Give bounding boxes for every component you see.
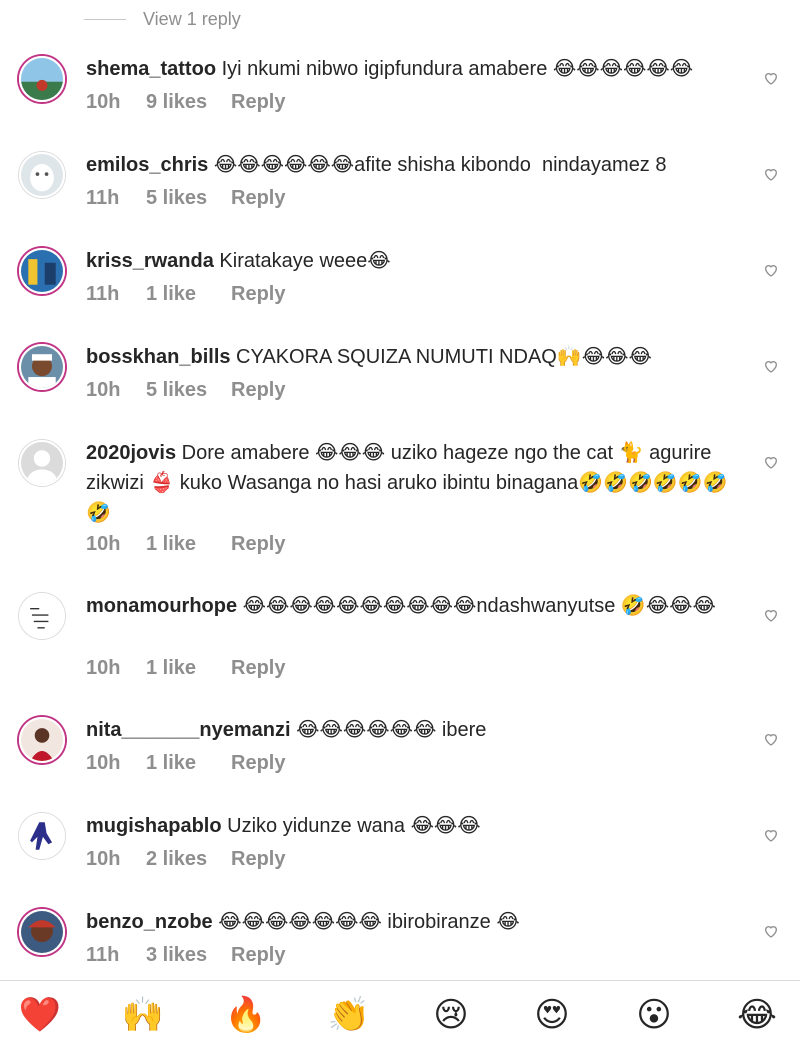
comment-username[interactable]: kriss_rwanda: [86, 250, 214, 272]
comment-likes[interactable]: 1 like: [146, 533, 231, 556]
comment-meta: 11h 5 likes Reply: [86, 187, 285, 210]
like-heart-icon[interactable]: [763, 923, 779, 939]
view-replies-link[interactable]: View 1 reply: [143, 9, 241, 30]
comment-likes[interactable]: 1 like: [146, 283, 231, 306]
comment-time: 10h: [86, 752, 121, 774]
comment-username[interactable]: emilos_chris: [86, 154, 208, 176]
comment-time: 10h: [86, 657, 121, 679]
comment-username[interactable]: 2020jovis: [86, 442, 176, 464]
comment-username[interactable]: bosskhan_bills: [86, 346, 231, 368]
comment-text: shema_tattoo Iyi nkumi nibwo igipfundura…: [86, 54, 751, 84]
comment-time: 11h: [86, 187, 120, 209]
reaction-crying-icon[interactable]: 😢: [429, 995, 473, 1035]
comment-text: mugishapablo Uziko yidunze wana 😂😂😂: [86, 811, 751, 841]
reply-button[interactable]: Reply: [231, 283, 285, 306]
comment-body: 😂😂😂😂😂😂😂 ibirobiranze 😂: [212, 911, 520, 933]
avatar[interactable]: [19, 152, 65, 198]
like-heart-icon[interactable]: [763, 454, 779, 470]
comment-body: 😂😂😂😂😂😂afite shisha kibondo nindayamez 8: [208, 154, 667, 176]
reply-button[interactable]: Reply: [231, 533, 285, 556]
comment-meta: 10h 9 likes Reply: [86, 91, 285, 114]
comment-body: Kiratakaye weee😂: [213, 250, 391, 272]
comment-meta: 10h 1 like Reply: [86, 752, 285, 775]
comment-text: nita_______nyemanzi 😂😂😂😂😂😂 ibere: [86, 715, 751, 745]
comment-time: 11h: [86, 283, 120, 305]
comment-text: bosskhan_bills CYAKORA SQUIZA NUMUTI NDA…: [86, 342, 751, 372]
reaction-heart-icon[interactable]: ❤️: [18, 995, 62, 1035]
reply-button[interactable]: Reply: [231, 657, 285, 680]
comment-username[interactable]: monamourhope: [86, 595, 237, 617]
comment-body: Iyi nkumi nibwo igipfundura amabere 😂😂😂😂…: [216, 58, 694, 80]
reply-indent-line: [84, 19, 126, 20]
avatar[interactable]: [19, 248, 65, 294]
avatar[interactable]: [19, 344, 65, 390]
like-heart-icon[interactable]: [763, 166, 779, 182]
comment-text: monamourhope 😂😂😂😂😂😂😂😂😂😂ndashwanyutse 🤣😂😂…: [86, 591, 751, 621]
comment-text: emilos_chris 😂😂😂😂😂😂afite shisha kibondo …: [86, 150, 751, 180]
comment-username[interactable]: shema_tattoo: [86, 58, 216, 80]
reply-button[interactable]: Reply: [231, 848, 285, 871]
comment-likes[interactable]: 1 like: [146, 752, 231, 775]
reply-button[interactable]: Reply: [231, 944, 285, 967]
like-heart-icon[interactable]: [763, 607, 779, 623]
avatar[interactable]: [19, 593, 65, 639]
comment-text: kriss_rwanda Kiratakaye weee😂: [86, 246, 751, 276]
comment-body: Uziko yidunze wana 😂😂😂: [221, 815, 481, 837]
avatar[interactable]: [19, 56, 65, 102]
comment-body: Dore amabere 😂😂😂 uziko hageze ngo the ca…: [86, 442, 728, 524]
comment-time: 11h: [86, 944, 120, 966]
comment-time: 10h: [86, 379, 121, 401]
like-heart-icon[interactable]: [763, 731, 779, 747]
avatar[interactable]: [19, 909, 65, 955]
comment-meta: 10h 2 likes Reply: [86, 848, 285, 871]
reply-button[interactable]: Reply: [231, 187, 285, 210]
comment-body: CYAKORA SQUIZA NUMUTI NDAQ🙌😂😂😂: [230, 346, 652, 368]
quick-reaction-bar: ❤️ 🙌 🔥 👏 😢 😍 😮 😂: [0, 981, 800, 1038]
comment-likes[interactable]: 5 likes: [146, 187, 231, 210]
comment-meta: 10h 1 like Reply: [86, 657, 285, 680]
view-replies-row[interactable]: View 1 reply: [0, 0, 800, 40]
comment-time: 10h: [86, 848, 121, 870]
reaction-surprised-icon[interactable]: 😮: [632, 995, 676, 1035]
comment-meta: 10h 1 like Reply: [86, 533, 285, 556]
reply-button[interactable]: Reply: [231, 379, 285, 402]
comment-username[interactable]: nita_______nyemanzi: [86, 719, 291, 741]
reaction-raised-hands-icon[interactable]: 🙌: [121, 995, 165, 1035]
avatar[interactable]: [19, 440, 65, 486]
comment-likes[interactable]: 3 likes: [146, 944, 231, 967]
comment-likes[interactable]: 5 likes: [146, 379, 231, 402]
reaction-heart-eyes-icon[interactable]: 😍: [530, 995, 574, 1035]
avatar[interactable]: [19, 813, 65, 859]
reply-button[interactable]: Reply: [231, 91, 285, 114]
comment-text: 2020jovis Dore amabere 😂😂😂 uziko hageze …: [86, 438, 751, 528]
comment-likes[interactable]: 2 likes: [146, 848, 231, 871]
comment-time: 10h: [86, 533, 121, 555]
like-heart-icon[interactable]: [763, 358, 779, 374]
comment-body: 😂😂😂😂😂😂 ibere: [290, 719, 487, 741]
comment-username[interactable]: benzo_nzobe: [86, 911, 213, 933]
comment-meta: 10h 5 likes Reply: [86, 379, 285, 402]
comment-meta: 11h 3 likes Reply: [86, 944, 285, 967]
like-heart-icon[interactable]: [763, 262, 779, 278]
reaction-laughing-icon[interactable]: 😂: [735, 995, 779, 1035]
like-heart-icon[interactable]: [763, 827, 779, 843]
avatar[interactable]: [19, 717, 65, 763]
comment-likes[interactable]: 9 likes: [146, 91, 231, 114]
comment-meta: 11h 1 like Reply: [86, 283, 285, 306]
reaction-fire-icon[interactable]: 🔥: [224, 995, 268, 1035]
comment-text: benzo_nzobe 😂😂😂😂😂😂😂 ibirobiranze 😂: [86, 907, 751, 937]
comment-username[interactable]: mugishapablo: [86, 815, 222, 837]
reaction-clap-icon[interactable]: 👏: [327, 995, 371, 1035]
reply-button[interactable]: Reply: [231, 752, 285, 775]
comment-likes[interactable]: 1 like: [146, 657, 231, 680]
comment-time: 10h: [86, 91, 121, 113]
comment-body: 😂😂😂😂😂😂😂😂😂😂ndashwanyutse 🤣😂😂😂: [237, 595, 716, 617]
like-heart-icon[interactable]: [763, 70, 779, 86]
